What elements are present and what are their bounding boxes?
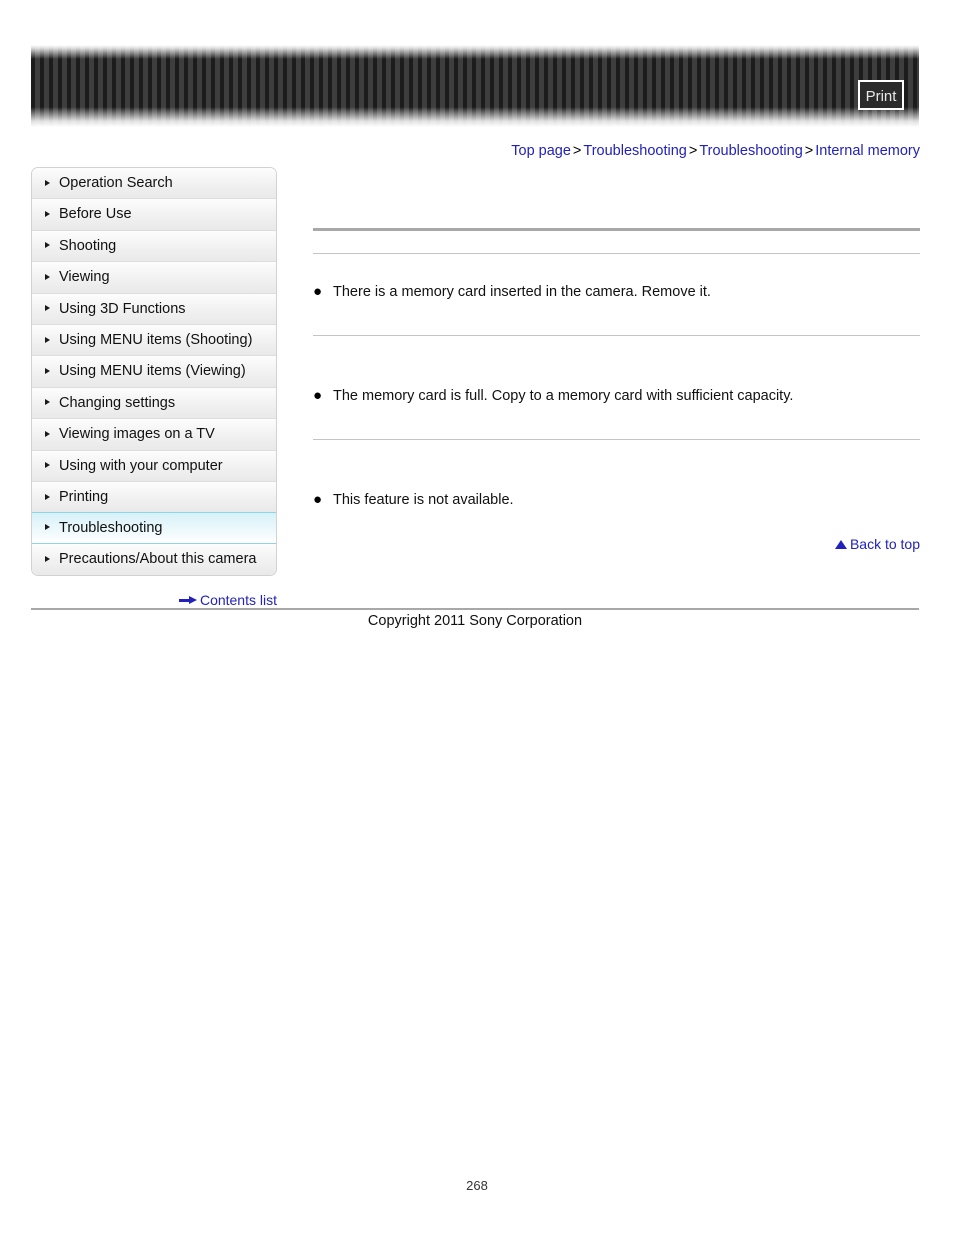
back-to-top-row: Back to top [313,536,920,552]
breadcrumb-separator: > [804,143,814,159]
contents-list-link[interactable]: Contents list [178,592,277,608]
bullet-icon: ● [313,491,323,508]
sidebar-item-viewing-images-on-a-tv[interactable]: Viewing images on a TV [32,419,276,451]
breadcrumb-item-0[interactable]: Top page [511,143,571,159]
sidebar-item-label: Troubleshooting [59,520,163,537]
bullet-item: ● The memory card is full. Copy to a mem… [313,386,920,406]
sidebar-item-viewing[interactable]: Viewing [32,262,276,294]
section-heading-1 [313,336,920,358]
sidebar-item-label: Using with your computer [59,457,223,474]
print-button[interactable]: Print [858,80,904,110]
breadcrumb-item-3[interactable]: Internal memory [815,143,920,159]
triangle-up-icon [834,539,847,549]
sidebar-item-label: Changing settings [59,394,176,411]
sidebar-item-precautions-about-this-camera[interactable]: Precautions/About this camera [32,543,276,576]
sidebar-nav: Operation Search Before Use Shooting Vie… [31,167,277,577]
sidebar-item-printing[interactable]: Printing [32,481,276,514]
sidebar-item-label: Viewing images on a TV [59,426,215,443]
sidebar-item-label: Using MENU items (Shooting) [59,331,253,348]
sidebar-item-label: Operation Search [59,175,173,191]
bullet-icon: ● [313,387,323,404]
sidebar-item-label: Before Use [59,206,132,223]
bullet-item: ● There is a memory card inserted in the… [313,282,920,302]
sidebar-item-label: Shooting [59,237,117,254]
sidebar-item-troubleshooting[interactable]: Troubleshooting [32,512,276,544]
back-to-top-link[interactable]: Back to top [834,536,920,552]
bullet-icon: ● [313,283,323,300]
bullet-text: The memory card is full. Copy to a memor… [333,388,794,404]
back-to-top-label: Back to top [849,536,920,552]
section-heading-0 [313,231,920,253]
section-heading-2 [313,440,920,462]
footer-divider [31,608,919,610]
breadcrumb-item-2[interactable]: Troubleshooting [699,143,802,159]
contents-list-label: Contents list [199,592,277,608]
sidebar-item-label: Using MENU items (Viewing) [59,363,246,380]
main-content: ● There is a memory card inserted in the… [313,228,920,510]
breadcrumb-separator: > [688,143,698,159]
breadcrumb-item-1[interactable]: Troubleshooting [583,143,686,159]
breadcrumb: Top page > Troubleshooting > Troubleshooting… [300,143,920,159]
sidebar-item-label: Using 3D Functions [59,300,186,317]
page-number: 268 [466,1178,488,1193]
sidebar-item-before-use[interactable]: Before Use [32,199,276,231]
sidebar-item-using-with-your-computer[interactable]: Using with your computer [32,450,276,482]
contents-list-row: Contents list [31,592,277,608]
header-banner [31,45,919,127]
copyright-text: Copyright 2011 Sony Corporation [367,613,583,629]
sidebar-item-changing-settings[interactable]: Changing settings [32,387,276,420]
sidebar-item-label: Viewing [59,269,110,286]
arrow-right-icon [178,595,197,605]
bullet-text: There is a memory card inserted in the c… [333,284,711,300]
sidebar-item-label: Printing [59,488,109,505]
sidebar-item-operation-search[interactable]: Operation Search [32,168,276,200]
sidebar-item-using-3d-functions[interactable]: Using 3D Functions [32,293,276,325]
sidebar-item-using-menu-items-shooting[interactable]: Using MENU items (Shooting) [32,324,276,357]
bullet-text: This feature is not available. [333,492,514,508]
sidebar-item-label: Precautions/About this camera [59,550,257,567]
bullet-item: ● This feature is not available. [313,490,920,510]
sidebar-item-using-menu-items-viewing[interactable]: Using MENU items (Viewing) [32,356,276,388]
breadcrumb-separator: > [572,143,582,159]
sidebar-item-shooting[interactable]: Shooting [32,230,276,263]
